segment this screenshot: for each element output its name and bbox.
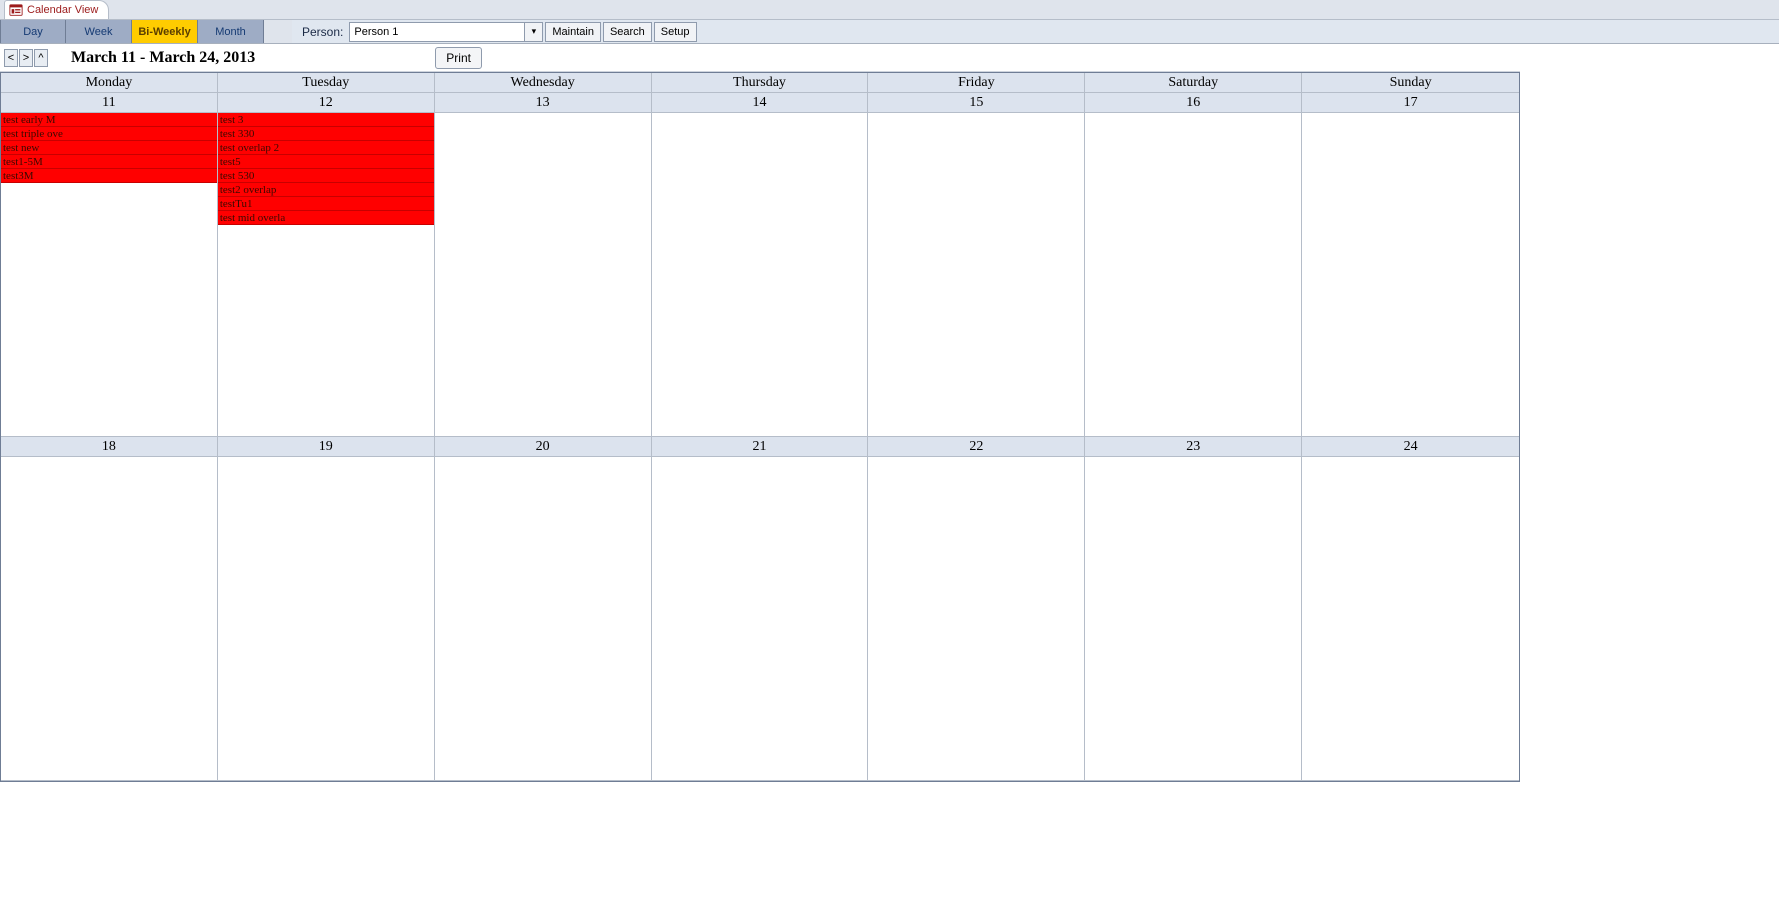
day-cell[interactable]: test 3 test 330 test overlap 2 test5 tes…: [218, 113, 435, 437]
calendar-event[interactable]: test 530: [218, 169, 434, 183]
day-cell[interactable]: test early M test triple ove test new te…: [1, 113, 218, 437]
date-cell: 21: [652, 437, 869, 457]
calendar-event[interactable]: test overlap 2: [218, 141, 434, 155]
week2-date-row: 18 19 20 21 22 23 24: [1, 437, 1519, 457]
day-name-sunday: Sunday: [1302, 73, 1519, 93]
date-cell: 12: [218, 93, 435, 113]
calendar-event[interactable]: test2 overlap: [218, 183, 434, 197]
access-icon: [9, 3, 23, 17]
day-name-friday: Friday: [868, 73, 1085, 93]
prev-period-button[interactable]: <: [4, 49, 18, 67]
setup-button[interactable]: Setup: [654, 22, 697, 42]
view-tab-day[interactable]: Day: [0, 20, 66, 43]
calendar-grid: Monday Tuesday Wednesday Thursday Friday…: [0, 72, 1520, 782]
person-label: Person:: [292, 20, 349, 43]
day-name-wednesday: Wednesday: [435, 73, 652, 93]
print-button[interactable]: Print: [435, 47, 482, 69]
up-period-button[interactable]: ^: [34, 49, 48, 67]
date-cell: 13: [435, 93, 652, 113]
date-range-title: March 11 - March 24, 2013: [49, 49, 255, 67]
calendar-event[interactable]: test mid overla: [218, 211, 434, 225]
calendar-event[interactable]: test3M: [1, 169, 217, 183]
person-combo[interactable]: [349, 22, 525, 42]
date-cell: 14: [652, 93, 869, 113]
day-name-thursday: Thursday: [652, 73, 869, 93]
date-cell: 18: [1, 437, 218, 457]
view-toolbar: Day Week Bi-Weekly Month Person: ▾ Maint…: [0, 20, 1779, 44]
document-tab[interactable]: Calendar View: [4, 0, 109, 19]
day-cell[interactable]: [1, 457, 218, 781]
person-combo-dropdown-button[interactable]: ▾: [525, 22, 543, 42]
day-name-monday: Monday: [1, 73, 218, 93]
maintain-button[interactable]: Maintain: [545, 22, 601, 42]
day-cell[interactable]: [868, 457, 1085, 781]
calendar-event[interactable]: test1-5M: [1, 155, 217, 169]
day-cell[interactable]: [868, 113, 1085, 437]
day-cell[interactable]: [1302, 457, 1519, 781]
day-cell[interactable]: [435, 113, 652, 437]
calendar-event[interactable]: test new: [1, 141, 217, 155]
chevron-down-icon: ▾: [532, 26, 537, 37]
day-cell[interactable]: [1085, 457, 1302, 781]
calendar-event[interactable]: test 3: [218, 113, 434, 127]
view-tab-week[interactable]: Week: [66, 20, 132, 43]
date-cell: 11: [1, 93, 218, 113]
calendar-event[interactable]: test5: [218, 155, 434, 169]
date-cell: 24: [1302, 437, 1519, 457]
day-name-tuesday: Tuesday: [218, 73, 435, 93]
date-cell: 19: [218, 437, 435, 457]
day-cell[interactable]: [1302, 113, 1519, 437]
day-cell[interactable]: [652, 113, 869, 437]
week1-date-row: 11 12 13 14 15 16 17: [1, 93, 1519, 113]
view-tab-biweekly[interactable]: Bi-Weekly: [132, 20, 198, 43]
day-name-row: Monday Tuesday Wednesday Thursday Friday…: [1, 73, 1519, 93]
calendar-event[interactable]: test triple ove: [1, 127, 217, 141]
date-cell: 16: [1085, 93, 1302, 113]
date-cell: 17: [1302, 93, 1519, 113]
view-tab-month[interactable]: Month: [198, 20, 264, 43]
calendar-event[interactable]: testTu1: [218, 197, 434, 211]
day-cell[interactable]: [652, 457, 869, 781]
date-cell: 23: [1085, 437, 1302, 457]
date-cell: 20: [435, 437, 652, 457]
date-cell: 22: [868, 437, 1085, 457]
day-name-saturday: Saturday: [1085, 73, 1302, 93]
next-period-button[interactable]: >: [19, 49, 33, 67]
day-cell[interactable]: [1085, 113, 1302, 437]
day-cell[interactable]: [218, 457, 435, 781]
calendar-event[interactable]: test 330: [218, 127, 434, 141]
search-button[interactable]: Search: [603, 22, 652, 42]
document-tab-title: Calendar View: [27, 4, 98, 16]
day-cell[interactable]: [435, 457, 652, 781]
date-cell: 15: [868, 93, 1085, 113]
calendar-event[interactable]: test early M: [1, 113, 217, 127]
